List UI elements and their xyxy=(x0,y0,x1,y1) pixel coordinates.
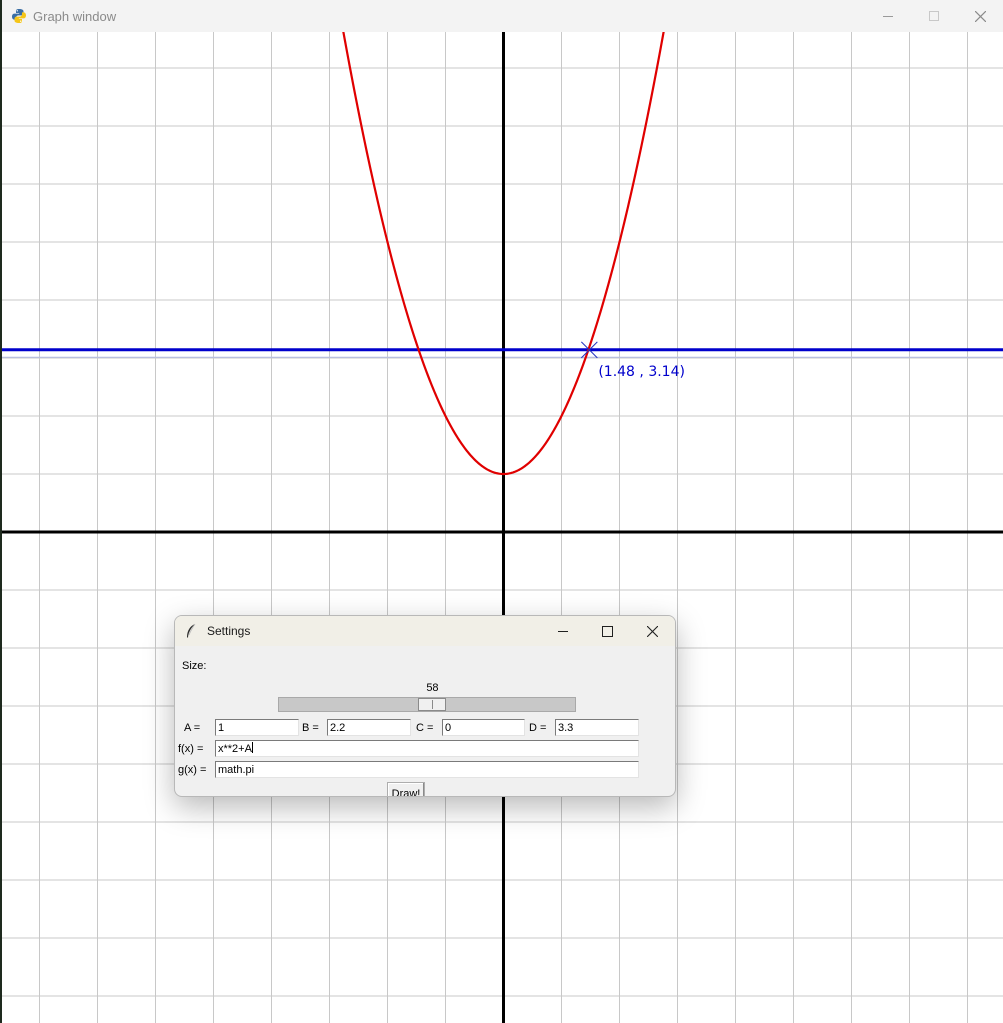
maximize-button[interactable] xyxy=(911,0,957,32)
settings-titlebar[interactable]: Settings xyxy=(175,616,675,646)
draw-button[interactable]: Draw! xyxy=(387,782,425,796)
minimize-button[interactable] xyxy=(865,0,911,32)
settings-maximize-button[interactable] xyxy=(585,616,630,646)
c-label: C = xyxy=(416,722,434,734)
close-button[interactable] xyxy=(957,0,1003,32)
settings-minimize-button[interactable] xyxy=(540,616,585,646)
graph-window-title: Graph window xyxy=(33,8,117,24)
b-label: B = xyxy=(302,722,319,734)
close-icon xyxy=(647,625,658,637)
text-caret xyxy=(251,742,253,753)
minimize-icon xyxy=(557,631,568,632)
size-slider-thumb[interactable] xyxy=(418,698,447,711)
d-input[interactable]: 3.3 xyxy=(555,719,639,736)
g-label: g(x) = xyxy=(178,764,207,776)
d-label: D = xyxy=(529,722,547,734)
maximize-icon xyxy=(602,625,613,637)
graph-window-titlebar[interactable]: Graph window xyxy=(2,0,1003,32)
settings-window: Settings Size: 58 A = 1 B = 2.2 C = 0 D … xyxy=(174,615,676,797)
f-input[interactable]: x**2+A xyxy=(215,740,639,757)
settings-title: Settings xyxy=(207,624,251,638)
maximize-icon xyxy=(929,11,939,21)
graph-canvas[interactable]: (1.48 , 3.14) xyxy=(2,32,1003,1023)
a-label: A = xyxy=(184,722,201,734)
minimize-icon xyxy=(883,16,893,17)
settings-close-button[interactable] xyxy=(630,616,675,646)
f-label: f(x) = xyxy=(178,743,204,755)
feather-icon xyxy=(187,623,196,638)
intersection-label: (1.48 , 3.14) xyxy=(598,364,685,380)
graph-window: Graph window (1.48 , 3.14) xyxy=(2,0,1003,1023)
c-input[interactable]: 0 xyxy=(442,719,525,736)
axes xyxy=(2,32,1003,1023)
size-value: 58 xyxy=(426,682,439,694)
a-input[interactable]: 1 xyxy=(215,719,299,736)
g-input[interactable]: math.pi xyxy=(215,761,639,778)
f-input-text: x**2+A xyxy=(218,743,252,755)
python-icon xyxy=(12,9,26,23)
b-input[interactable]: 2.2 xyxy=(327,719,411,736)
size-label: Size: xyxy=(182,660,207,672)
close-icon xyxy=(974,10,986,22)
